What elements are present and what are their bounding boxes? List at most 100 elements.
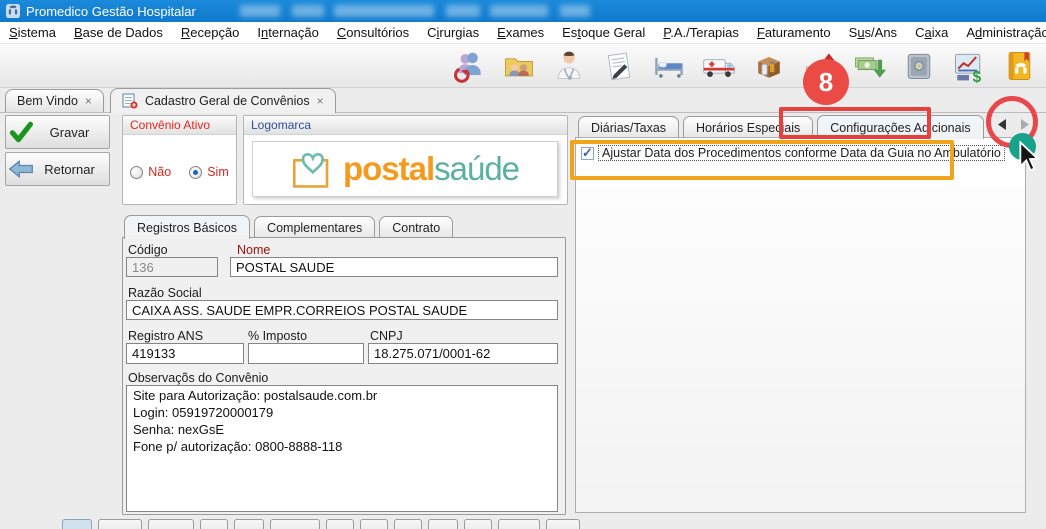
- tab-complementares[interactable]: Complementares: [254, 216, 375, 238]
- tab-registros-basicos[interactable]: Registros Básicos: [124, 215, 250, 239]
- bottom-button[interactable]: [394, 519, 422, 529]
- prescription-icon[interactable]: [598, 46, 640, 86]
- tab-bem-vindo[interactable]: Bem Vindo ×: [5, 89, 104, 112]
- cnpj-field[interactable]: [368, 343, 558, 364]
- doctor-icon[interactable]: [548, 46, 590, 86]
- logo-image: postal saúde: [252, 141, 558, 197]
- convenio-ativo-group: Convênio Ativo Não Sim: [122, 115, 237, 205]
- toolbar: $: [0, 44, 1046, 88]
- document-icon: [122, 93, 138, 109]
- envelope-heart-icon: [291, 147, 339, 191]
- codigo-field[interactable]: [126, 257, 218, 277]
- redacted-title-text: [334, 5, 434, 17]
- bottom-button[interactable]: [546, 519, 580, 529]
- codigo-label: Código: [128, 243, 168, 257]
- razao-social-field[interactable]: [126, 300, 558, 320]
- gravar-button[interactable]: Gravar: [5, 115, 110, 149]
- svg-text:$: $: [973, 69, 982, 84]
- registro-ans-field[interactable]: [126, 343, 244, 364]
- bottom-button[interactable]: [62, 519, 92, 529]
- contacts-sync-icon[interactable]: [448, 46, 490, 86]
- bottom-button[interactable]: [428, 519, 458, 529]
- financial-chart-icon[interactable]: $: [948, 46, 990, 86]
- logo-word-saude: saúde: [434, 150, 519, 188]
- logomarca-group: Logomarca postal saúde: [243, 115, 568, 205]
- retornar-button[interactable]: Retornar: [5, 152, 110, 186]
- bottom-button[interactable]: [270, 519, 320, 529]
- bottom-button[interactable]: [98, 519, 142, 529]
- mouse-cursor-icon: [1016, 141, 1042, 178]
- tab-diarias-taxas[interactable]: Diárias/Taxas: [578, 116, 679, 138]
- patient-records-icon[interactable]: [498, 46, 540, 86]
- menu-item-p-a-terapias[interactable]: P.A./Terapias: [654, 23, 748, 42]
- menu-item-consultorios[interactable]: Consultórios: [328, 23, 418, 42]
- menu-bar: Sistema Base de Dados Recepção Internaçã…: [0, 22, 1046, 44]
- menu-item-cirurgias[interactable]: Cirurgias: [418, 23, 488, 42]
- nome-label: Nome: [237, 243, 270, 257]
- hospital-bed-icon[interactable]: [648, 46, 690, 86]
- check-icon: [6, 121, 36, 143]
- imposto-label: % Imposto: [248, 329, 307, 343]
- bottom-button[interactable]: [234, 519, 264, 529]
- redacted-title-text: [446, 5, 480, 17]
- bottom-button-row: [62, 519, 580, 529]
- ambulance-icon[interactable]: [698, 46, 740, 86]
- logo-word-postal: postal: [343, 150, 434, 188]
- observacoes-field[interactable]: Site para Autorização: postalsaude.com.b…: [126, 385, 558, 512]
- menu-item-sistema[interactable]: Sistema: [0, 23, 65, 42]
- form-tab-bar: Registros Básicos Complementares Contrat…: [124, 213, 457, 238]
- safe-icon[interactable]: [898, 46, 940, 86]
- razao-social-label: Razão Social: [128, 286, 202, 300]
- redacted-title-text: [490, 5, 548, 17]
- bottom-button[interactable]: [498, 519, 540, 529]
- registro-ans-label: Registro ANS: [128, 329, 203, 343]
- step-badge: 8: [803, 59, 849, 105]
- gravar-label: Gravar: [36, 125, 109, 140]
- radio-nao[interactable]: Não: [130, 165, 171, 179]
- radio-sim[interactable]: Sim: [189, 165, 229, 179]
- menu-item-internacao[interactable]: Internação: [248, 23, 327, 42]
- redacted-title-text: [560, 5, 590, 17]
- radio-icon: [130, 166, 143, 179]
- title-bar: Promedico Gestão Hospitalar: [0, 0, 1046, 22]
- menu-item-base-de-dados[interactable]: Base de Dados: [65, 23, 172, 42]
- convenio-ativo-options: Não Sim: [123, 165, 236, 179]
- bottom-button[interactable]: [148, 519, 194, 529]
- pharmacy-stock-icon[interactable]: [748, 46, 790, 86]
- menu-item-caixa[interactable]: Caixa: [906, 23, 957, 42]
- cnpj-label: CNPJ: [370, 329, 403, 343]
- menu-item-faturamento[interactable]: Faturamento: [748, 23, 840, 42]
- menu-item-exames[interactable]: Exames: [488, 23, 553, 42]
- tab-cadastro-geral-de-convenios[interactable]: Cadastro Geral de Convênios ×: [110, 88, 336, 113]
- bottom-button[interactable]: [464, 519, 492, 529]
- close-icon[interactable]: ×: [317, 95, 324, 107]
- annotation-rect-red: [779, 107, 931, 139]
- app-icon: [6, 4, 20, 18]
- retornar-label: Retornar: [36, 162, 109, 177]
- nome-field[interactable]: [230, 257, 558, 277]
- tab-label: Cadastro Geral de Convênios: [145, 94, 310, 108]
- redacted-title-text: [240, 5, 280, 17]
- arrow-left-icon: [6, 159, 36, 179]
- tab-contrato[interactable]: Contrato: [379, 216, 453, 238]
- window-title: Promedico Gestão Hospitalar: [26, 4, 196, 19]
- convenio-ativo-title: Convênio Ativo: [123, 116, 236, 135]
- radio-icon: [189, 166, 202, 179]
- receivables-icon[interactable]: [848, 46, 890, 86]
- tab-label: Bem Vindo: [17, 94, 78, 108]
- imposto-field[interactable]: [248, 343, 364, 364]
- redacted-title-text: [292, 5, 324, 17]
- bottom-button[interactable]: [200, 519, 228, 529]
- menu-item-administracao[interactable]: Administração: [957, 23, 1046, 42]
- menu-item-recepcao[interactable]: Recepção: [172, 23, 249, 42]
- bottom-button[interactable]: [360, 519, 388, 529]
- configuracoes-adicionais-page: [575, 137, 1026, 513]
- bottom-button[interactable]: [326, 519, 354, 529]
- annotation-rect-orange: [570, 140, 954, 180]
- menu-item-estoque-geral[interactable]: Estoque Geral: [553, 23, 654, 42]
- logomarca-title: Logomarca: [244, 116, 567, 135]
- menu-item-sus-ans[interactable]: Sus/Ans: [840, 23, 906, 42]
- close-icon[interactable]: ×: [85, 95, 92, 107]
- phonebook-icon[interactable]: [998, 46, 1040, 86]
- observacoes-label: Observaçõs do Convênio: [128, 371, 268, 385]
